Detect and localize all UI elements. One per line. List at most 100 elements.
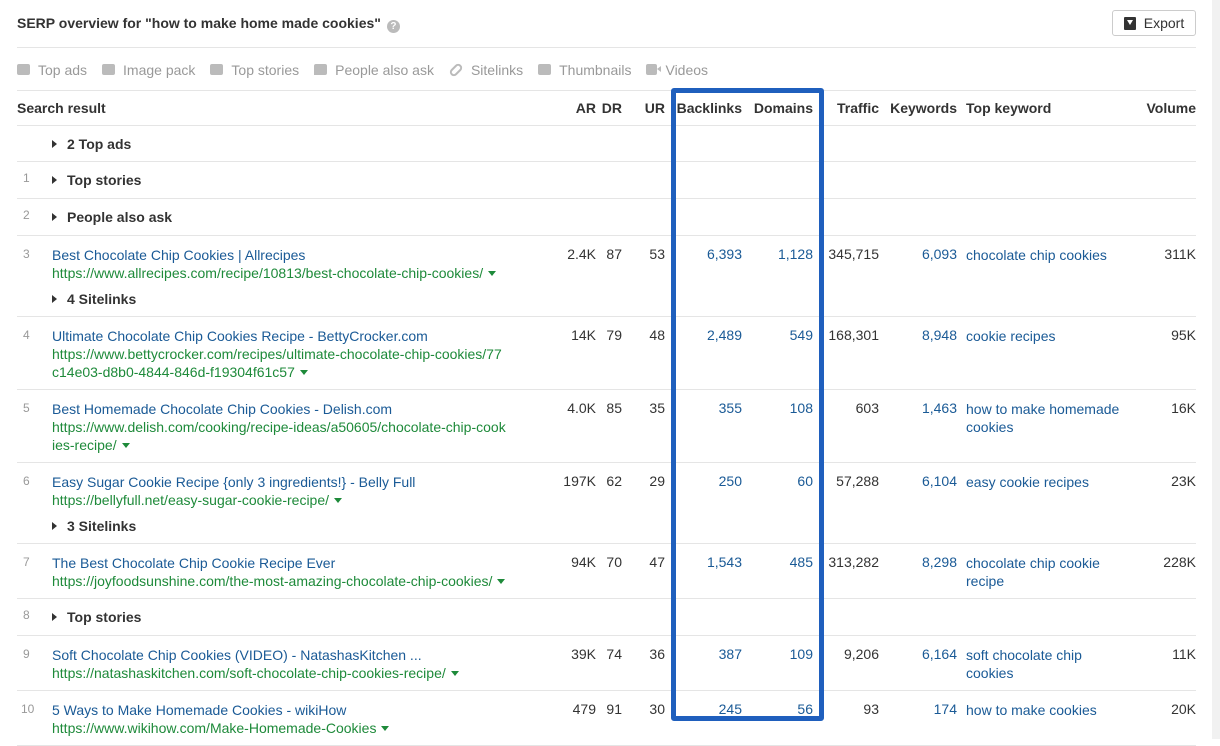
group-row-people-also-ask: 2 People also ask bbox=[17, 198, 1196, 236]
ar-value: 479 bbox=[555, 690, 596, 746]
result-title-link[interactable]: Best Chocolate Chip Cookies | Allrecipes bbox=[52, 246, 555, 264]
expand-top-stories[interactable]: Top stories bbox=[52, 171, 1196, 189]
top-keyword-link[interactable]: soft chocolate chip cookies bbox=[966, 647, 1082, 681]
top-keyword-link[interactable]: how to make cookies bbox=[966, 702, 1097, 718]
keywords-link[interactable]: 8,948 bbox=[922, 327, 957, 343]
result-url-link[interactable]: https://natashaskitchen.com/soft-chocola… bbox=[52, 664, 555, 682]
ur-value: 47 bbox=[622, 543, 665, 599]
result-url-link[interactable]: https://www.wikihow.com/Make-Homemade-Co… bbox=[52, 719, 555, 737]
group-row-top-stories: 1 Top stories bbox=[17, 161, 1196, 199]
filter-videos[interactable]: Videos bbox=[646, 62, 708, 78]
dropdown-caret-icon[interactable] bbox=[488, 270, 497, 276]
col-domains[interactable]: Domains bbox=[742, 92, 813, 126]
keywords-link[interactable]: 6,104 bbox=[922, 473, 957, 489]
dr-value: 79 bbox=[596, 316, 622, 390]
result-title-link[interactable]: 5 Ways to Make Homemade Cookies - wikiHo… bbox=[52, 701, 555, 719]
rank-number: 8 bbox=[23, 607, 30, 622]
backlinks-link[interactable]: 245 bbox=[719, 701, 742, 717]
ur-value: 48 bbox=[622, 316, 665, 390]
col-ur[interactable]: UR bbox=[622, 92, 665, 126]
rank-number: 4 bbox=[23, 327, 30, 342]
expand-top-ads[interactable]: 2 Top ads bbox=[52, 135, 1196, 153]
ur-value: 36 bbox=[622, 635, 665, 691]
result-url-link[interactable]: https://www.delish.com/cooking/recipe-id… bbox=[52, 418, 507, 454]
expand-sitelinks[interactable]: 4 Sitelinks bbox=[52, 290, 555, 308]
volume-value: 228K bbox=[1127, 543, 1196, 599]
dropdown-caret-icon[interactable] bbox=[497, 578, 506, 584]
keywords-link[interactable]: 1,463 bbox=[922, 400, 957, 416]
backlinks-link[interactable]: 1,543 bbox=[707, 554, 742, 570]
col-search-result[interactable]: Search result bbox=[17, 92, 555, 126]
traffic-value: 57,288 bbox=[813, 462, 879, 544]
expand-people-also-ask[interactable]: People also ask bbox=[52, 208, 1196, 226]
col-backlinks[interactable]: Backlinks bbox=[665, 92, 742, 126]
backlinks-link[interactable]: 2,489 bbox=[707, 327, 742, 343]
export-button[interactable]: Export bbox=[1112, 10, 1196, 36]
image-icon bbox=[102, 64, 116, 75]
caret-right-icon bbox=[52, 212, 57, 221]
filter-sitelinks[interactable]: Sitelinks bbox=[448, 62, 523, 78]
backlinks-link[interactable]: 387 bbox=[719, 646, 742, 662]
filter-image-pack[interactable]: Image pack bbox=[102, 62, 195, 78]
dropdown-caret-icon[interactable] bbox=[381, 725, 390, 731]
domains-link[interactable]: 549 bbox=[790, 327, 813, 343]
backlinks-link[interactable]: 6,393 bbox=[707, 246, 742, 262]
help-icon[interactable]: ? bbox=[386, 20, 400, 33]
dr-value: 70 bbox=[596, 543, 622, 599]
serp-header: SERP overview for "how to make home made… bbox=[17, 0, 1196, 48]
dropdown-caret-icon[interactable] bbox=[121, 442, 130, 448]
keywords-link[interactable]: 174 bbox=[934, 701, 957, 717]
result-url-link[interactable]: https://joyfoodsunshine.com/the-most-ama… bbox=[52, 572, 555, 590]
col-top-keyword[interactable]: Top keyword bbox=[957, 92, 1127, 126]
top-keyword-link[interactable]: how to make homemade cookies bbox=[966, 401, 1119, 435]
result-title-link[interactable]: The Best Chocolate Chip Cookie Recipe Ev… bbox=[52, 554, 555, 572]
dropdown-caret-icon[interactable] bbox=[299, 369, 308, 375]
filter-thumbnails[interactable]: Thumbnails bbox=[538, 62, 631, 78]
expand-sitelinks[interactable]: 3 Sitelinks bbox=[52, 517, 555, 535]
group-row-top-ads: 2 Top ads bbox=[17, 125, 1196, 162]
keywords-link[interactable]: 8,298 bbox=[922, 554, 957, 570]
traffic-value: 345,715 bbox=[813, 235, 879, 317]
domains-link[interactable]: 60 bbox=[797, 473, 813, 489]
col-volume[interactable]: Volume bbox=[1127, 92, 1196, 126]
scrollbar-track[interactable] bbox=[1212, 0, 1220, 739]
domains-link[interactable]: 108 bbox=[790, 400, 813, 416]
col-keywords[interactable]: Keywords bbox=[879, 92, 957, 126]
rank-number: 10 bbox=[21, 701, 35, 716]
filter-people-also-ask[interactable]: People also ask bbox=[314, 62, 434, 78]
domains-link[interactable]: 1,128 bbox=[778, 246, 813, 262]
top-keyword-link[interactable]: chocolate chip cookies bbox=[966, 247, 1107, 263]
serp-table: Search result AR DR UR Backlinks Domains… bbox=[17, 92, 1196, 746]
traffic-value: 168,301 bbox=[813, 316, 879, 390]
col-ar[interactable]: AR bbox=[555, 92, 596, 126]
domains-link[interactable]: 109 bbox=[790, 646, 813, 662]
backlinks-link[interactable]: 355 bbox=[719, 400, 742, 416]
result-title-link[interactable]: Ultimate Chocolate Chip Cookies Recipe -… bbox=[52, 327, 507, 345]
table-row: 9 Soft Chocolate Chip Cookies (VIDEO) - … bbox=[17, 635, 1196, 691]
result-url-link[interactable]: https://bellyfull.net/easy-sugar-cookie-… bbox=[52, 491, 555, 509]
dr-value: 62 bbox=[596, 462, 622, 544]
expand-top-stories[interactable]: Top stories bbox=[52, 608, 1196, 626]
top-keyword-link[interactable]: easy cookie recipes bbox=[966, 474, 1089, 490]
dropdown-caret-icon[interactable] bbox=[450, 670, 459, 676]
result-title-link[interactable]: Best Homemade Chocolate Chip Cookies - D… bbox=[52, 400, 507, 418]
dropdown-caret-icon[interactable] bbox=[334, 497, 343, 503]
col-traffic[interactable]: Traffic bbox=[813, 92, 879, 126]
filter-top-stories[interactable]: Top stories bbox=[210, 62, 299, 78]
result-title-link[interactable]: Easy Sugar Cookie Recipe {only 3 ingredi… bbox=[52, 473, 555, 491]
keywords-link[interactable]: 6,164 bbox=[922, 646, 957, 662]
top-keyword-link[interactable]: chocolate chip cookie recipe bbox=[966, 555, 1100, 589]
rank-number: 5 bbox=[23, 400, 30, 415]
result-title-link[interactable]: Soft Chocolate Chip Cookies (VIDEO) - Na… bbox=[52, 646, 555, 664]
col-dr[interactable]: DR bbox=[596, 92, 622, 126]
domains-link[interactable]: 56 bbox=[797, 701, 813, 717]
domains-link[interactable]: 485 bbox=[790, 554, 813, 570]
keywords-link[interactable]: 6,093 bbox=[922, 246, 957, 262]
caret-right-icon bbox=[52, 139, 57, 148]
top-keyword-link[interactable]: cookie recipes bbox=[966, 328, 1056, 344]
filter-top-ads[interactable]: Top ads bbox=[17, 62, 87, 78]
result-url-link[interactable]: https://www.allrecipes.com/recipe/10813/… bbox=[52, 264, 555, 282]
backlinks-link[interactable]: 250 bbox=[719, 473, 742, 489]
result-url-link[interactable]: https://www.bettycrocker.com/recipes/ult… bbox=[52, 345, 507, 381]
traffic-value: 9,206 bbox=[813, 635, 879, 691]
